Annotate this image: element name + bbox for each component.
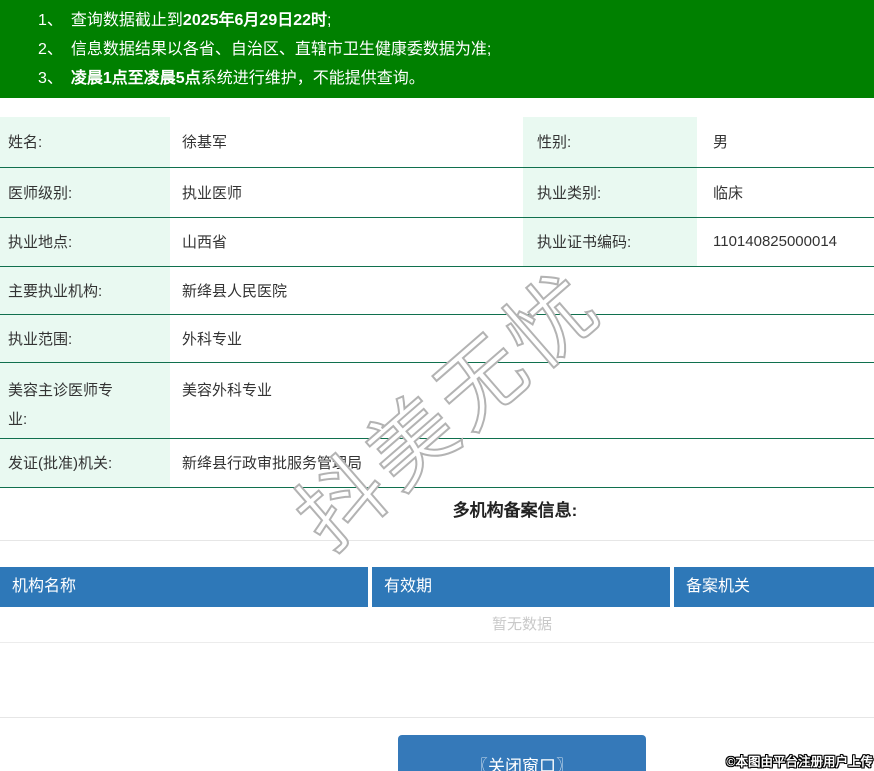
table-row: 主要执业机构: 新绛县人民医院 [0,266,874,315]
records-section-title-text: 多机构备案信息: [452,501,578,520]
table-row: 发证(批准)机关: 新绛县行政审批服务管理局 [0,438,874,488]
notice-text: 信息数据结果以各省、自治区、直辖市卫生健康委数据为准; [70,41,492,58]
issuing-authority-label: 发证(批准)机关: [0,438,170,488]
footer-divider [0,717,874,718]
practice-scope-value: 外科专业 [170,314,874,363]
practice-location-value: 山西省 [170,217,523,267]
issuing-authority-value: 新绛县行政审批服务管理局 [170,438,874,488]
notice-text-bold: 凌晨1点至凌晨5点 [70,70,201,87]
records-table-header: 机构名称 有效期 备案机关 [0,567,874,607]
main-institution-value: 新绛县人民医院 [170,266,874,315]
practice-category-label: 执业类别: [523,167,697,218]
practitioner-info-table: 姓名: 徐基军 性别: 男 医师级别: 执业医师 执业类别: 临床 执业地点: … [0,117,874,488]
table-row: 执业地点: 山西省 执业证书编码: 110140825000014 [0,217,874,267]
gender-label: 性别: [523,117,697,168]
records-col-validity: 有效期 [372,567,670,607]
notice-text: 查询数据截止到 [70,12,183,29]
upload-credit-text: ©本图由平台注册用户上传 [726,755,873,769]
empty-data-text: 暂无数据 [491,616,552,633]
records-col-institution: 机构名称 [0,567,368,607]
notice-number: 2、 [38,41,63,58]
name-label: 姓名: [0,117,170,168]
notice-item: 1、 查询数据截止到2025年6月29日22时; [38,6,864,35]
certificate-number-value: 110140825000014 [697,217,874,267]
cosmetic-specialty-label-text: 美容主诊医师专业: [8,381,114,428]
practice-scope-label: 执业范围: [0,314,170,363]
records-col-authority: 备案机关 [674,567,874,607]
records-section-title: 多机构备案信息: [0,496,874,521]
certificate-number-label: 执业证书编码: [523,217,697,267]
license-query-page: 1、 查询数据截止到2025年6月29日22时; 2、 信息数据结果以各省、自治区、… [0,0,874,771]
table-row: 姓名: 徐基军 性别: 男 [0,117,874,168]
table-row: 医师级别: 执业医师 执业类别: 临床 [0,167,874,218]
cosmetic-specialty-label: 美容主诊医师专业: [0,362,170,439]
notice-text-bold: 2025年6月29日22时 [182,12,328,29]
main-institution-label: 主要执业机构: [0,266,170,315]
close-window-button[interactable]: 〖关闭窗口〗 [398,735,646,771]
name-value: 徐基军 [170,117,523,168]
gender-value: 男 [697,117,874,168]
notice-item: 2、 信息数据结果以各省、自治区、直辖市卫生健康委数据为准; [38,35,864,64]
practice-location-label: 执业地点: [0,217,170,267]
practice-category-value: 临床 [697,167,874,218]
table-row: 美容主诊医师专业: 美容外科专业 [0,362,874,439]
notice-item: 3、 凌晨1点至凌晨5点系统进行维护，不能提供查询。 [38,64,864,93]
section-divider [0,540,874,541]
notice-banner: 1、 查询数据截止到2025年6月29日22时; 2、 信息数据结果以各省、自治区、… [0,0,874,98]
doctor-level-label: 医师级别: [0,167,170,218]
doctor-level-value: 执业医师 [170,167,523,218]
notice-text: ; [327,12,332,29]
records-empty-row: 暂无数据 [0,607,874,643]
table-row: 执业范围: 外科专业 [0,314,874,363]
notice-number: 3、 [38,70,63,87]
notice-number: 1、 [38,12,63,29]
notice-text: 系统进行维护，不能提供查询。 [200,70,425,87]
cosmetic-specialty-value: 美容外科专业 [170,362,874,439]
